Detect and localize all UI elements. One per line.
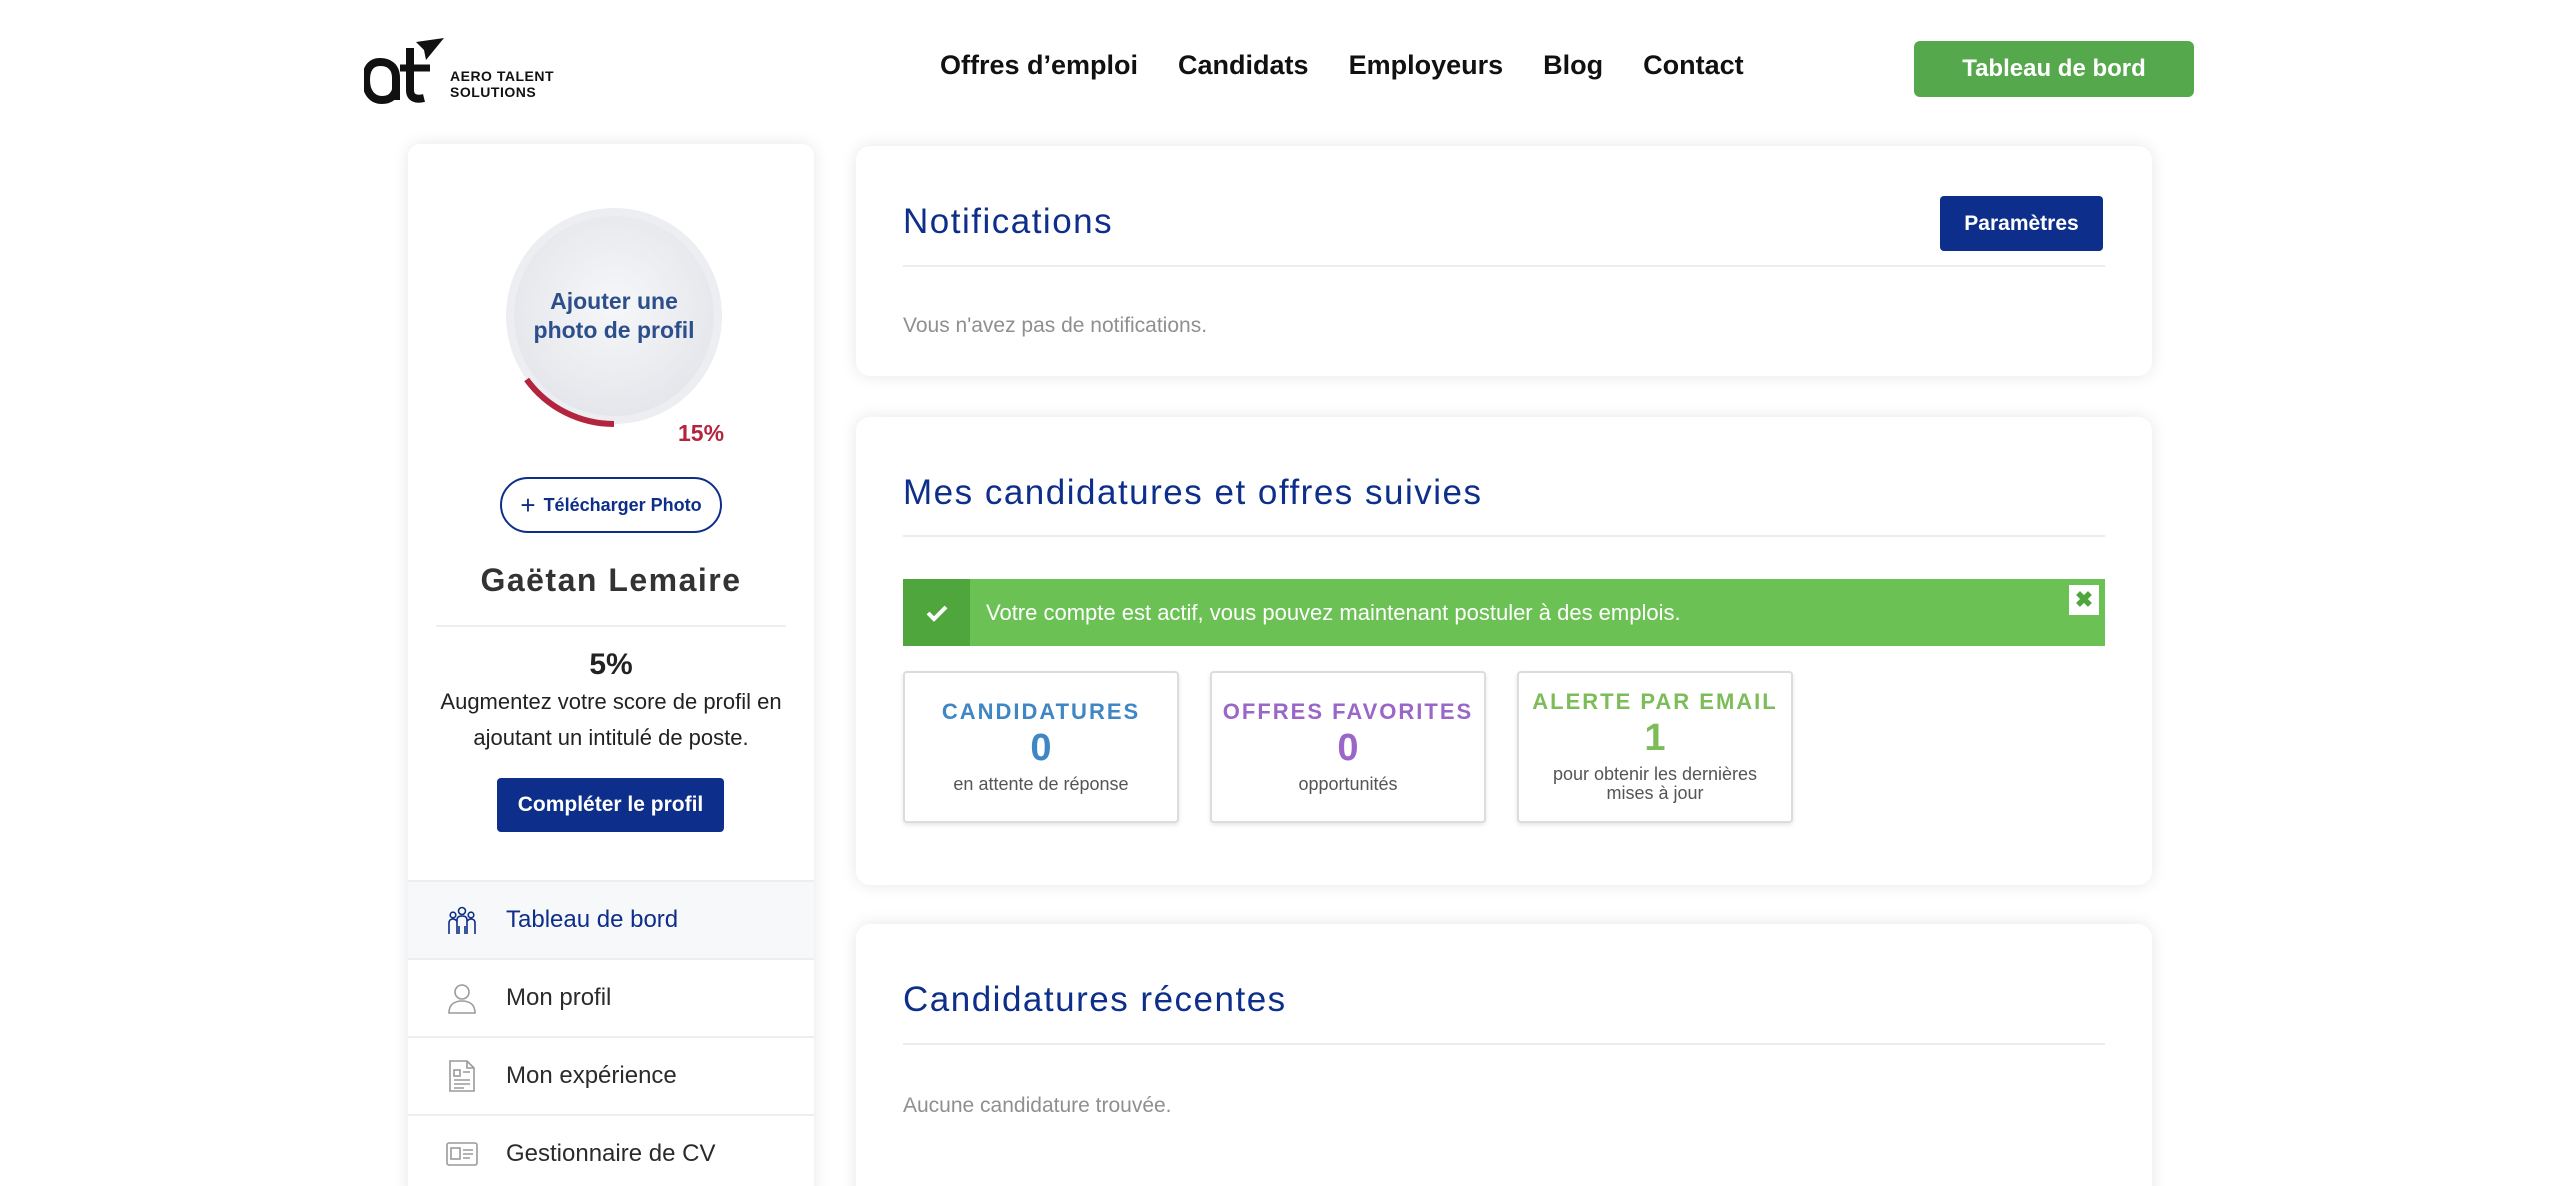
stat-card-favorites[interactable]: OFFRES FAVORITES 0 opportunités: [1210, 671, 1486, 823]
divider: [903, 535, 2105, 537]
nav-contact[interactable]: Contact: [1643, 50, 1744, 81]
recent-applications-title: Candidatures récentes: [903, 980, 1287, 1019]
aero-talent-logo[interactable]: AERO TALENT SOLUTIONS: [364, 34, 554, 104]
stat-card-applications[interactable]: CANDIDATURES 0 en attente de réponse: [903, 671, 1179, 823]
sidebar-item-label: Tableau de bord: [506, 906, 679, 933]
document-icon: [444, 1059, 480, 1093]
stat-card-email-alerts[interactable]: ALERTE PAR EMAIL 1 pour obtenir les dern…: [1517, 671, 1793, 823]
stat-title: ALERTE PAR EMAIL: [1532, 689, 1778, 714]
team-icon: [444, 903, 480, 937]
nav-blog[interactable]: Blog: [1543, 50, 1603, 81]
plus-icon: +: [520, 490, 536, 520]
profile-score-hint: Augmentez votre score de profil en ajout…: [440, 689, 782, 750]
sidebar-item-label: Mon expérience: [506, 1062, 677, 1089]
nav-employeurs[interactable]: Employeurs: [1349, 50, 1504, 81]
upload-photo-button[interactable]: + Télécharger Photo: [500, 477, 722, 533]
notifications-title: Notifications: [903, 202, 1114, 241]
divider: [903, 1043, 2105, 1045]
close-icon[interactable]: ✖: [2069, 585, 2099, 615]
stat-title: CANDIDATURES: [941, 699, 1141, 724]
photo-progress-ring: [524, 377, 615, 427]
divider: [903, 265, 2105, 267]
recent-applications-empty-text: Aucune candidature trouvée.: [903, 1094, 1172, 1117]
profile-score: 5%: [589, 648, 633, 681]
sidebar-item-dashboard[interactable]: Tableau de bord: [408, 880, 814, 958]
photo-progress-label: 15%: [678, 420, 725, 446]
logo-mark-icon: [364, 38, 444, 104]
nav-offres-emploi[interactable]: Offres d’emploi: [940, 50, 1138, 81]
settings-button[interactable]: Paramètres: [1940, 196, 2103, 251]
applications-title: Mes candidatures et offres suivies: [903, 473, 1483, 512]
complete-profile-button[interactable]: Compléter le profil: [497, 778, 724, 832]
logo-wordmark: AERO TALENT SOLUTIONS: [450, 68, 555, 100]
sidebar-item-cv-manager[interactable]: Gestionnaire de CV: [408, 1114, 814, 1186]
avatar[interactable]: Ajouter une photo de profil: [494, 196, 734, 436]
user-name: Gaëtan Lemaire: [480, 562, 742, 598]
checkmark-icon: [903, 579, 970, 646]
account-active-alert: Votre compte est actif, vous pouvez main…: [903, 579, 2105, 646]
nav-candidats[interactable]: Candidats: [1178, 50, 1309, 81]
stat-subtitle: en attente de réponse: [953, 774, 1129, 794]
stat-subtitle: opportunités: [1298, 774, 1398, 794]
recent-applications-card: Candidatures récentes Aucune candidature…: [856, 924, 2152, 1186]
dashboard-button[interactable]: Tableau de bord: [1914, 41, 2194, 97]
alert-message: Votre compte est actif, vous pouvez main…: [986, 599, 1681, 625]
notifications-card: Notifications Paramètres Vous n'avez pas…: [856, 146, 2152, 376]
stat-value: 0: [1337, 727, 1359, 769]
user-icon: [444, 981, 480, 1015]
main-nav: Offres d’emploi Candidats Employeurs Blo…: [940, 50, 1744, 81]
profile-sidebar: Ajouter une photo de profil 15% + Téléch…: [408, 144, 814, 1186]
stat-value: 0: [1030, 727, 1052, 769]
site-header: AERO TALENT SOLUTIONS Offres d’emploi Ca…: [0, 0, 2560, 140]
divider: [436, 625, 786, 627]
upload-photo-label: Télécharger Photo: [543, 494, 702, 515]
notifications-empty-text: Vous n'avez pas de notifications.: [903, 314, 1208, 337]
sidebar-item-label: Mon profil: [506, 984, 612, 1011]
sidebar-item-experience[interactable]: Mon expérience: [408, 1036, 814, 1114]
stat-value: 1: [1644, 717, 1666, 759]
sidebar-item-label: Gestionnaire de CV: [506, 1140, 716, 1167]
applications-card: Mes candidatures et offres suivies Votre…: [856, 417, 2152, 885]
stat-subtitle: pour obtenir les dernières mises à jour: [1552, 764, 1758, 803]
stat-title: OFFRES FAVORITES: [1222, 699, 1474, 724]
sidebar-menu: Tableau de bord Mon profil Mon expérienc…: [408, 880, 814, 1186]
sidebar-item-profile[interactable]: Mon profil: [408, 958, 814, 1036]
id-card-icon: [444, 1137, 480, 1171]
